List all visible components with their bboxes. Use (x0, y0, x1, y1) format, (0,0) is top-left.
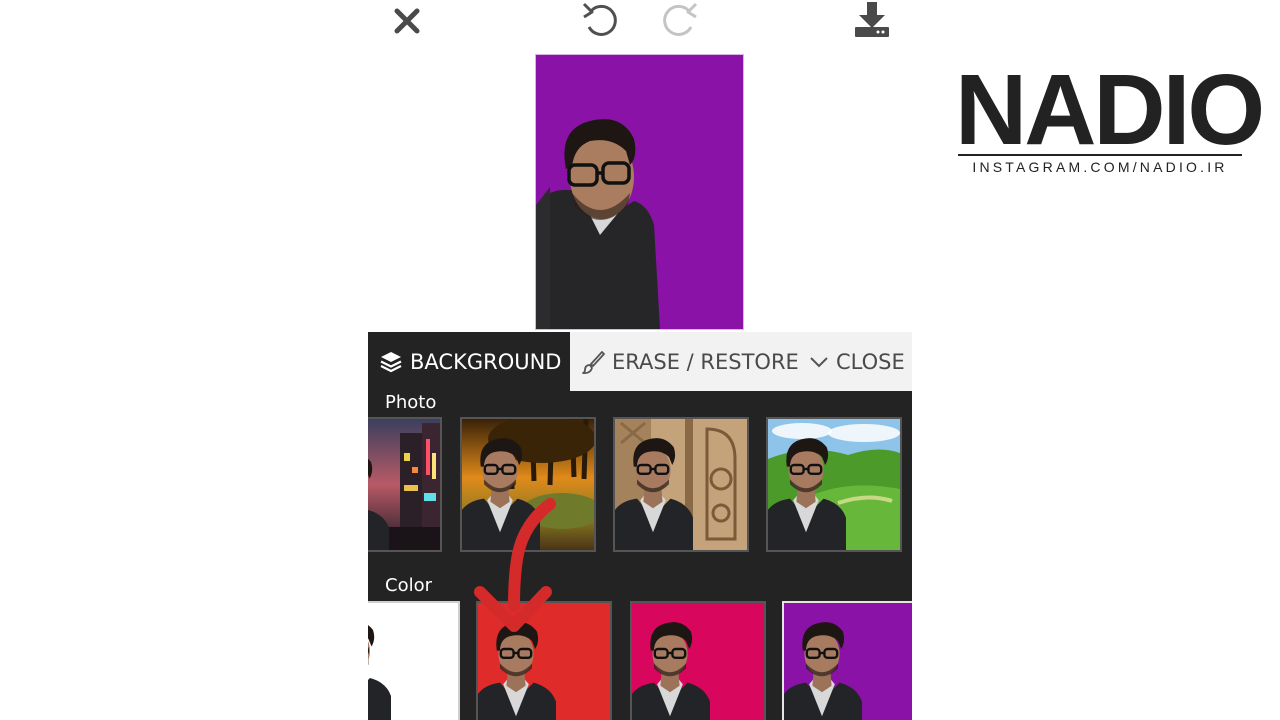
pink-background-swatch (632, 603, 764, 720)
download-icon (855, 2, 889, 37)
close-icon (394, 8, 420, 34)
tab-close-label: CLOSE (836, 349, 905, 374)
brush-icon (582, 350, 605, 374)
purple-background-swatch (784, 603, 912, 720)
photo-thumb-green-hills[interactable] (766, 417, 902, 552)
red-background-swatch (478, 603, 610, 720)
redo-icon (663, 2, 698, 36)
image-preview[interactable] (535, 54, 744, 330)
close-button[interactable] (392, 6, 422, 36)
color-section-label: Color (385, 575, 432, 596)
redo-button[interactable] (658, 0, 700, 40)
sunset-forest-image (462, 419, 594, 550)
white-background-swatch (368, 603, 458, 720)
preview-photo (536, 55, 743, 329)
background-panel: BACKGROUND ERASE / RESTORE CLOSE Photo C… (368, 332, 912, 720)
tab-background[interactable]: BACKGROUND (368, 332, 570, 391)
photo-thumb-carved-door[interactable] (613, 417, 749, 552)
tab-background-label: BACKGROUND (410, 349, 562, 374)
photo-thumb-sunset-forest[interactable] (460, 417, 596, 552)
color-thumb-red[interactable] (476, 601, 612, 720)
panel-tabs: BACKGROUND ERASE / RESTORE CLOSE (368, 332, 912, 391)
tab-erase-restore[interactable]: ERASE / RESTORE (570, 332, 802, 391)
color-thumb-white[interactable] (368, 601, 460, 720)
carved-door-image (615, 419, 747, 550)
tab-erase-restore-label: ERASE / RESTORE (612, 349, 799, 374)
layers-icon (380, 351, 402, 372)
green-hills-image (768, 419, 900, 550)
color-thumb-pink[interactable] (630, 601, 766, 720)
color-thumb-purple-selected[interactable] (782, 601, 912, 720)
watermark-wordmark: NADIO (955, 54, 1265, 166)
chevron-down-icon (810, 356, 828, 367)
city-night-image (368, 419, 440, 550)
photo-section-label: Photo (385, 392, 437, 413)
photo-thumb-city-night[interactable] (368, 417, 442, 552)
undo-button[interactable] (580, 0, 622, 40)
download-button[interactable] (852, 0, 892, 40)
undo-icon (582, 2, 617, 36)
tab-close[interactable]: CLOSE (802, 332, 912, 391)
watermark-handle: INSTAGRAM.COM/NADIO.IR (972, 159, 1228, 175)
nadio-watermark: NADIO INSTAGRAM.COM/NADIO.IR (955, 54, 1265, 177)
watermark-divider (958, 154, 1242, 156)
